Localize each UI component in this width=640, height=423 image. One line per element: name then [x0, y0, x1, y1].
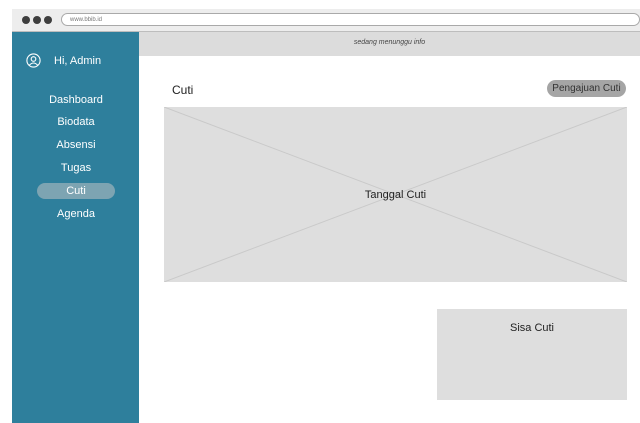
sidebar-item-dashboard[interactable]: Dashboard — [37, 92, 115, 108]
sidebar: Hi, Admin Dashboard Biodata Absensi Tuga… — [12, 32, 139, 423]
user-circle-icon[interactable] — [26, 53, 41, 68]
sidebar-item-absensi[interactable]: Absensi — [37, 137, 115, 153]
submit-leave-button[interactable]: Pengajuan Cuti — [547, 80, 626, 97]
browser-toolbar: www.bbib.id — [12, 9, 640, 32]
maximize-window-icon[interactable] — [44, 16, 52, 24]
sidebar-item-tugas[interactable]: Tugas — [37, 160, 115, 176]
leave-balance-panel: Sisa Cuti — [437, 309, 627, 400]
sidebar-item-agenda[interactable]: Agenda — [37, 206, 115, 222]
page-title: Cuti — [172, 83, 194, 97]
leave-balance-label: Sisa Cuti — [509, 322, 555, 334]
address-bar[interactable]: www.bbib.id — [61, 13, 640, 26]
status-bar: sedang menunggu info — [139, 32, 640, 56]
minimize-window-icon[interactable] — [33, 16, 41, 24]
leave-dates-label: Tanggal Cuti — [364, 189, 427, 201]
sidebar-item-biodata[interactable]: Biodata — [37, 114, 115, 130]
close-window-icon[interactable] — [22, 16, 30, 24]
status-text: sedang menunggu info — [353, 39, 426, 46]
greeting-text: Hi, Admin — [54, 55, 102, 67]
leave-dates-panel: Tanggal Cuti — [164, 107, 627, 282]
sidebar-item-cuti[interactable]: Cuti — [37, 183, 115, 199]
